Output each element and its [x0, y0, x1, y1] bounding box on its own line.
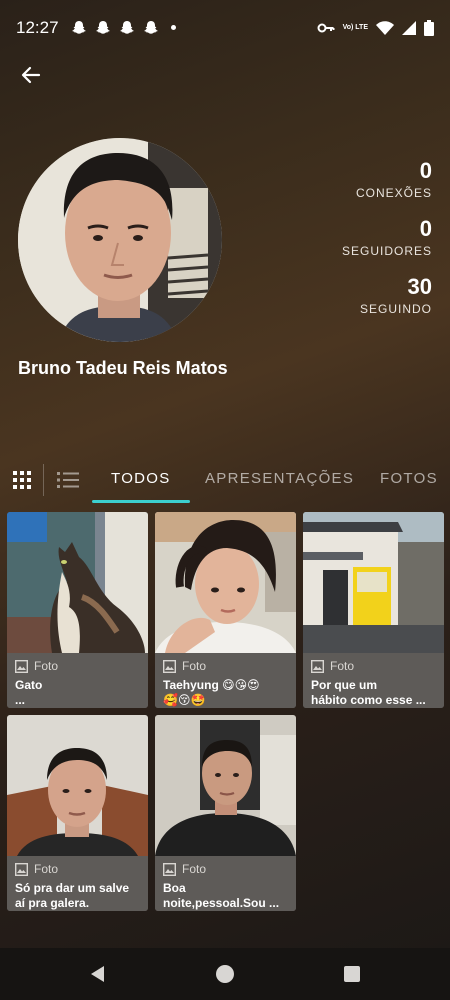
- status-bar: 12:27 Vo) LTE: [0, 0, 450, 55]
- post-title: Só pra dar um salve aí pra galera.: [15, 881, 130, 910]
- post-info: Foto Gato ...: [7, 653, 148, 708]
- post-type-label: Foto: [34, 659, 59, 673]
- photo-icon: [311, 659, 324, 673]
- post-info: Foto Taehyung 😋😘😍 🥰😚🤩: [155, 653, 296, 708]
- post-card[interactable]: Foto Por que um hábito como esse ...: [303, 512, 444, 708]
- tab-apresentacoes[interactable]: APRESENTAÇÕES: [205, 470, 354, 487]
- snapchat-icon: [143, 20, 158, 34]
- system-nav-bar: [0, 948, 450, 1000]
- stat-following[interactable]: 30 SEGUINDO: [292, 274, 432, 316]
- grid-view-icon[interactable]: [12, 470, 32, 490]
- post-thumbnail: [155, 512, 296, 653]
- post-title: Por que um hábito como esse ...: [311, 678, 426, 707]
- wifi-icon: [376, 20, 394, 35]
- post-type: Foto: [163, 861, 288, 877]
- notification-dot-icon: [170, 25, 176, 30]
- tab-fotos[interactable]: FOTOS: [380, 470, 438, 487]
- stat-label: SEGUIDORES: [341, 244, 432, 258]
- battery-icon: [424, 19, 434, 36]
- content-tabs: TODOS APRESENTAÇÕES FOTOS: [0, 456, 450, 504]
- arrow-left-icon: [21, 66, 41, 84]
- signal-icon: [402, 20, 416, 35]
- post-info: Foto Boa noite,pessoal.Sou ...: [155, 856, 296, 911]
- back-button[interactable]: [16, 60, 46, 90]
- list-view-icon[interactable]: [56, 470, 80, 490]
- post-info: Foto Só pra dar um salve aí pra galera.: [7, 856, 148, 911]
- photo-icon: [163, 659, 176, 673]
- stat-value: 0: [419, 216, 432, 241]
- post-card[interactable]: Foto Só pra dar um salve aí pra galera.: [7, 715, 148, 911]
- photo-icon: [163, 862, 176, 876]
- post-title: Gato ...: [15, 678, 43, 707]
- status-time: 12:27: [16, 17, 59, 37]
- stat-value: 30: [407, 274, 432, 299]
- snapchat-icon: [119, 20, 134, 34]
- post-type-label: Foto: [182, 862, 207, 876]
- stat-label: SEGUINDO: [359, 302, 432, 316]
- post-thumbnail: [303, 512, 444, 653]
- post-thumbnail: [7, 715, 148, 856]
- post-type: Foto: [311, 658, 436, 674]
- post-card[interactable]: Foto Gato ...: [7, 512, 148, 708]
- post-type: Foto: [15, 861, 140, 877]
- profile-stats: 0 CONEXÕES 0 SEGUIDORES 30 SEGUINDO: [292, 158, 432, 332]
- stat-connections[interactable]: 0 CONEXÕES: [292, 158, 432, 200]
- post-type-label: Foto: [34, 862, 59, 876]
- stat-followers[interactable]: 0 SEGUIDORES: [292, 216, 432, 258]
- post-type: Foto: [163, 658, 288, 674]
- profile-name: Bruno Tadeu Reis Matos: [18, 358, 228, 378]
- status-icons: Vo) LTE: [317, 19, 434, 36]
- post-thumbnail: [7, 512, 148, 653]
- post-type-label: Foto: [330, 659, 355, 673]
- post-card[interactable]: Foto Taehyung 😋😘😍 🥰😚🤩: [155, 512, 296, 708]
- profile-photo: [18, 138, 222, 342]
- active-tab-indicator: [92, 500, 190, 503]
- view-divider: [43, 464, 44, 496]
- post-card[interactable]: Foto Boa noite,pessoal.Sou ...: [155, 715, 296, 911]
- snapchat-icon: [95, 20, 110, 34]
- volte-indicator: Vo) LTE: [342, 24, 368, 31]
- post-title: Boa noite,pessoal.Sou ...: [163, 881, 280, 910]
- nav-home-icon[interactable]: [215, 964, 235, 984]
- stat-label: CONEXÕES: [355, 186, 432, 200]
- post-title: Taehyung 😋😘😍 🥰😚🤩: [163, 678, 260, 707]
- tab-todos[interactable]: TODOS: [111, 470, 171, 487]
- photo-icon: [15, 862, 28, 876]
- photo-icon: [15, 659, 28, 673]
- post-type: Foto: [15, 658, 140, 674]
- post-info: Foto Por que um hábito como esse ...: [303, 653, 444, 708]
- stat-value: 0: [419, 158, 432, 183]
- snapchat-icon: [71, 20, 86, 34]
- post-type-label: Foto: [182, 659, 207, 673]
- nav-recents-icon[interactable]: [342, 964, 362, 984]
- vpn-key-icon: [317, 23, 335, 32]
- nav-back-icon[interactable]: [88, 964, 108, 984]
- profile-avatar[interactable]: [18, 138, 222, 342]
- post-thumbnail: [155, 715, 296, 856]
